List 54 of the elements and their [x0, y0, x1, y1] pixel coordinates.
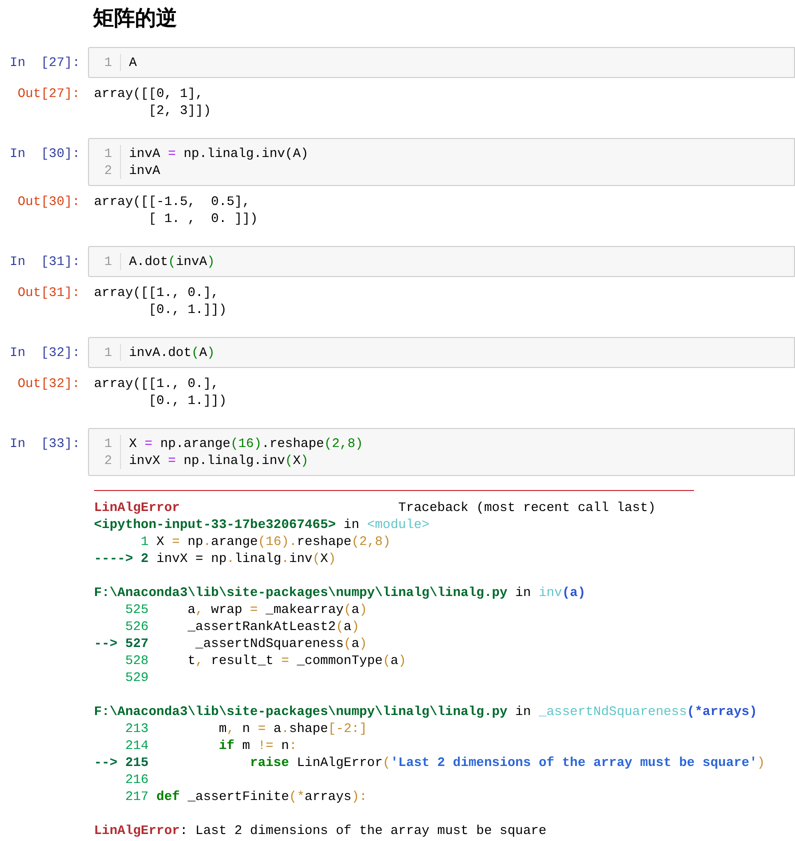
- code-line: invA = np.linalg.inv(A): [129, 145, 308, 162]
- line-number: 1: [104, 344, 112, 361]
- traceback-line: 525 a, wrap = _makearray(a): [124, 601, 368, 618]
- output-line: [0., 1.]]): [148, 392, 227, 409]
- line-number: 2: [104, 452, 112, 469]
- line-number: 1: [104, 54, 112, 71]
- code-line: A.dot(invA): [129, 253, 215, 270]
- traceback-line: F:\Anaconda3\lib\site-packages\numpy\linalg\linalg.py in _assertNdSquareness(*arrays): [94, 703, 758, 720]
- code-line: invA.dot(A): [129, 344, 215, 361]
- input-prompt: In [27]:: [8, 54, 81, 72]
- output-line: array([[1., 0.],: [94, 284, 220, 301]
- output-prompt: Out[30]:: [16, 193, 81, 211]
- traceback-line: 529: [124, 669, 149, 686]
- code-line: A: [129, 54, 137, 71]
- code-line: invA: [129, 162, 162, 179]
- output-line: [0., 1.]]): [148, 301, 227, 318]
- traceback-line: 217 def _assertFinite(*arrays):: [124, 788, 368, 805]
- traceback-line: ----> 2 invX = np.linalg.inv(X): [94, 550, 336, 567]
- input-prompt: In [30]:: [8, 145, 81, 163]
- traceback-line: 216: [124, 771, 149, 788]
- traceback-line: 528 t, result_t = _commonType(a): [124, 652, 406, 669]
- output-line: [ 1. , 0. ]]): [148, 210, 258, 227]
- traceback-line: LinAlgError Traceback (most recent call last): [94, 499, 656, 516]
- output-line: array([[1., 0.],: [94, 375, 220, 392]
- code-input-area[interactable]: 1 A: [88, 47, 795, 78]
- code-line: invX = np.linalg.inv(X): [129, 452, 310, 469]
- code-input-area[interactable]: 1 2 invA = np.linalg.inv(A) invA: [88, 138, 795, 186]
- traceback-line: F:\Anaconda3\lib\site-packages\numpy\linalg\linalg.py in inv(a): [94, 584, 586, 601]
- input-prompt: In [32]:: [8, 344, 81, 362]
- output-line: [2, 3]]): [148, 102, 212, 119]
- output-prompt: Out[31]:: [16, 284, 81, 302]
- traceback-line: --> 215 raise LinAlgError('Last 2 dimensions of the array must be square'): [94, 754, 765, 771]
- traceback-line: 526 _assertRankAtLeast2(a): [124, 618, 360, 635]
- traceback-line: <ipython-input-33-17be32067465> in <module>: [94, 516, 430, 533]
- traceback-line: 214 if m != n:: [124, 737, 297, 754]
- input-prompt: In [31]:: [8, 253, 81, 271]
- traceback-line: 1 X = np.arange(16).reshape(2,8): [140, 533, 390, 550]
- code-input-area[interactable]: 1 2 X = np.arange(16).reshape(2,8) invX = np.linalg.inv(X): [88, 428, 795, 476]
- code-input-area[interactable]: 1 A.dot(invA): [88, 246, 795, 277]
- traceback-line: 213 m, n = a.shape[-2:]: [124, 720, 368, 737]
- line-number: 2: [104, 162, 112, 179]
- input-prompt: In [33]:: [8, 435, 81, 453]
- output-prompt: Out[27]:: [16, 85, 81, 103]
- output-prompt: Out[32]:: [16, 375, 81, 393]
- line-number: 1: [104, 145, 112, 162]
- traceback-line: LinAlgError: Last 2 dimensions of the array must be square: [94, 822, 546, 839]
- output-line: array([[-1.5, 0.5],: [94, 193, 252, 210]
- line-number: 1: [104, 435, 112, 452]
- line-number: 1: [104, 253, 112, 270]
- code-input-area[interactable]: 1 invA.dot(A): [88, 337, 795, 368]
- section-heading: 矩阵的逆: [92, 6, 178, 32]
- traceback-line: --> 527 _assertNdSquareness(a): [94, 635, 368, 652]
- code-line: X = np.arange(16).reshape(2,8): [129, 435, 364, 452]
- output-line: array([[0, 1],: [94, 85, 204, 102]
